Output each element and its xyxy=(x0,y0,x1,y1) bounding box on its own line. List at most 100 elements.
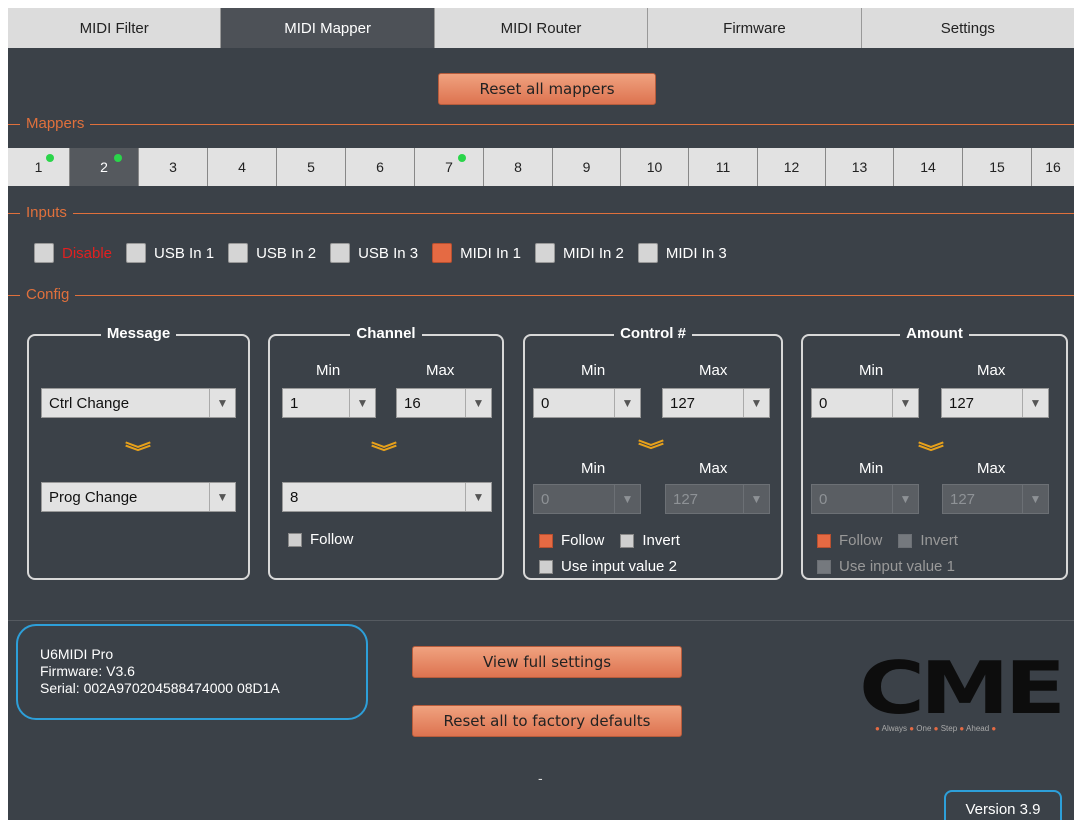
dropdown-arrow-icon: ▼ xyxy=(614,485,640,513)
chevron-down-icon: ︾ xyxy=(371,442,397,464)
device-info-panel: U6MIDI Pro Firmware: V3.6 Serial: 002A97… xyxy=(16,624,368,720)
amount-out-min-label: Min xyxy=(859,460,884,477)
reset-factory-defaults-button[interactable]: Reset all to factory defaults xyxy=(412,705,682,737)
disable-label: Disable xyxy=(62,244,113,262)
active-dot-icon xyxy=(458,154,466,162)
mapper-label: 11 xyxy=(715,159,731,175)
mapper-9-button[interactable]: 9 xyxy=(553,148,621,186)
mapper-8-button[interactable]: 8 xyxy=(484,148,553,186)
usb-in-2-checkbox[interactable] xyxy=(228,243,249,263)
channel-min-select[interactable]: 1 ▼ xyxy=(282,388,376,418)
mapper-12-button[interactable]: 12 xyxy=(758,148,826,186)
mapper-label: 9 xyxy=(582,159,591,175)
view-full-settings-button[interactable]: View full settings xyxy=(412,646,682,678)
tagline-word: One xyxy=(916,724,932,733)
mapper-16-button[interactable]: 16 xyxy=(1032,148,1074,186)
reset-all-mappers-button[interactable]: Reset all mappers xyxy=(438,73,656,105)
cme-logo: CME ● Always ● One ● Step ● Ahead ● xyxy=(853,646,1068,742)
control-out-min-select[interactable]: 0 ▼ xyxy=(533,484,641,514)
amount-max-select[interactable]: 127 ▼ xyxy=(941,388,1049,418)
mappers-section-header: Mappers xyxy=(8,114,1074,134)
invert-label: Invert xyxy=(920,532,958,549)
disable-checkbox[interactable] xyxy=(34,243,54,263)
mapper-15-button[interactable]: 15 xyxy=(963,148,1032,186)
use-input-checkbox[interactable] xyxy=(539,559,553,574)
channel-max-select[interactable]: 16 ▼ xyxy=(396,388,492,418)
logo-tagline: ● Always ● One ● Step ● Ahead ● xyxy=(875,724,997,733)
select-value: 1 xyxy=(290,394,299,412)
mapper-11-button[interactable]: 11 xyxy=(689,148,758,186)
amount-max-label: Max xyxy=(977,362,1006,379)
midi-mapper-window: MIDI Filter MIDI Mapper MIDI Router Firm… xyxy=(8,8,1074,820)
footer-divider xyxy=(8,620,1074,621)
tab-midi-filter[interactable]: MIDI Filter xyxy=(8,8,222,48)
tab-settings[interactable]: Settings xyxy=(861,8,1074,48)
midi-in-3-checkbox[interactable] xyxy=(637,243,658,263)
amount-min-label: Min xyxy=(859,362,884,379)
use-input-label: Use input value 1 xyxy=(839,558,955,575)
dropdown-arrow-icon: ▼ xyxy=(349,389,375,417)
tagline-word: Always xyxy=(881,724,907,733)
mapper-label: 2 xyxy=(100,159,108,175)
channel-output-select[interactable]: 8 ▼ xyxy=(282,482,492,512)
usb-in-3-label: USB In 3 xyxy=(358,244,419,262)
tagline-word: Step xyxy=(940,724,958,733)
invert-checkbox[interactable] xyxy=(898,533,913,548)
mapper-label: 16 xyxy=(1045,159,1061,175)
select-value: 127 xyxy=(670,394,696,412)
midi-in-1-label: MIDI In 1 xyxy=(460,244,521,262)
amount-group-title: Amount xyxy=(803,325,1066,343)
section-divider xyxy=(8,295,1074,296)
channel-follow-option[interactable]: Follow xyxy=(288,531,369,548)
device-name: U6MIDI Pro xyxy=(40,646,114,662)
mapper-2-button[interactable]: 2 xyxy=(70,148,139,186)
message-input-select[interactable]: Ctrl Change ▼ xyxy=(41,388,236,418)
tab-midi-mapper[interactable]: MIDI Mapper xyxy=(221,8,435,48)
tab-firmware[interactable]: Firmware xyxy=(648,8,862,48)
tab-midi-router[interactable]: MIDI Router xyxy=(434,8,649,48)
usb-in-3-checkbox[interactable] xyxy=(330,243,351,263)
control-max-select[interactable]: 127 ▼ xyxy=(662,388,770,418)
mapper-5-button[interactable]: 5 xyxy=(277,148,346,186)
select-value: Prog Change xyxy=(49,488,138,506)
amount-follow-invert-row: Follow Invert xyxy=(817,532,974,549)
config-section-header: Config xyxy=(8,285,1074,305)
mapper-label: 13 xyxy=(851,159,868,175)
usb-in-1-checkbox[interactable] xyxy=(126,243,147,263)
control-min-label: Min xyxy=(581,362,606,379)
amount-out-max-select[interactable]: 127 ▼ xyxy=(942,484,1049,514)
message-output-select[interactable]: Prog Change ▼ xyxy=(41,482,236,512)
mapper-selector: 1 2 3 4 5 6 7 8 9 10 11 12 13 14 15 16 xyxy=(8,148,1074,186)
follow-checkbox[interactable] xyxy=(288,532,302,547)
amount-min-select[interactable]: 0 ▼ xyxy=(811,388,919,418)
amount-out-min-select[interactable]: 0 ▼ xyxy=(811,484,919,514)
midi-in-2-checkbox[interactable] xyxy=(534,243,555,263)
use-input-checkbox[interactable] xyxy=(817,559,831,574)
invert-checkbox[interactable] xyxy=(620,533,635,548)
follow-checkbox[interactable] xyxy=(817,533,831,548)
select-value: 16 xyxy=(404,394,421,412)
select-value: 0 xyxy=(819,490,828,508)
mapper-6-button[interactable]: 6 xyxy=(346,148,415,186)
control-out-min-label: Min xyxy=(581,460,606,477)
mapper-13-button[interactable]: 13 xyxy=(826,148,894,186)
control-out-max-select[interactable]: 127 ▼ xyxy=(665,484,770,514)
chevron-down-icon: ︾ xyxy=(918,442,944,464)
mapper-14-button[interactable]: 14 xyxy=(894,148,963,186)
mapper-1-button[interactable]: 1 xyxy=(8,148,70,186)
control-follow-invert-row: Follow Invert xyxy=(539,532,696,549)
mapper-10-button[interactable]: 10 xyxy=(621,148,689,186)
mapper-label: 3 xyxy=(169,159,177,175)
channel-max-label: Max xyxy=(426,362,455,379)
control-min-select[interactable]: 0 ▼ xyxy=(533,388,641,418)
midi-in-1-checkbox[interactable] xyxy=(432,243,453,263)
mapper-label: 6 xyxy=(376,159,384,175)
follow-checkbox[interactable] xyxy=(539,533,553,548)
mapper-7-button[interactable]: 7 xyxy=(415,148,484,186)
device-firmware: Firmware: V3.6 xyxy=(40,663,135,679)
mapper-3-button[interactable]: 3 xyxy=(139,148,208,186)
logo-wordmark: CME xyxy=(859,646,1066,730)
use-input-label: Use input value 2 xyxy=(561,558,677,575)
mapper-4-button[interactable]: 4 xyxy=(208,148,277,186)
tagline-word: Ahead xyxy=(966,724,990,733)
